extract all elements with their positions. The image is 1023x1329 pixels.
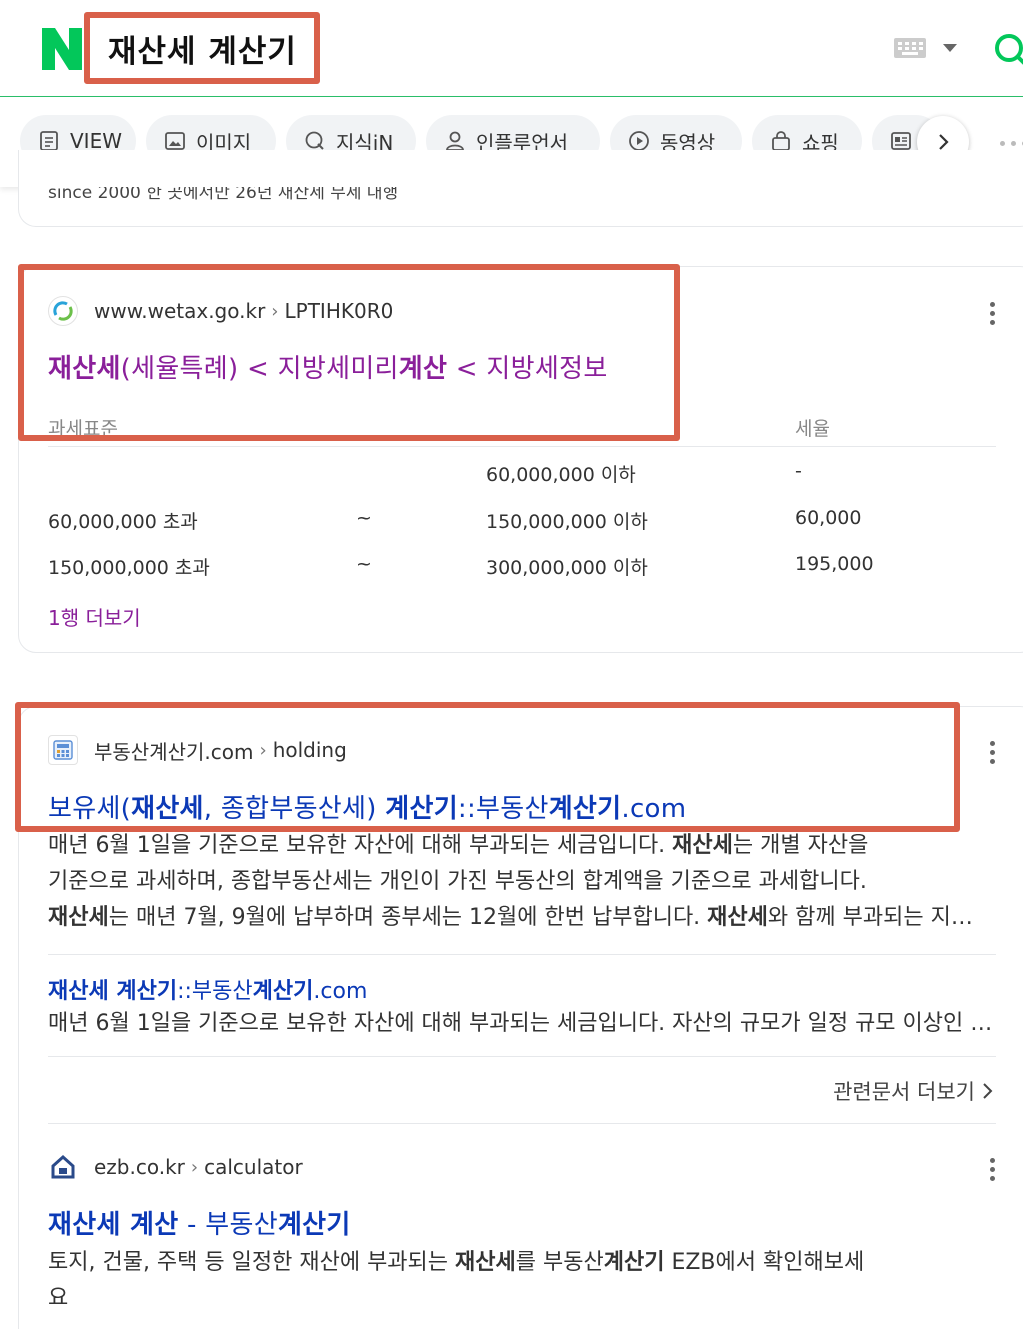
kin-q-icon: [305, 131, 324, 150]
play-circle-icon: [629, 131, 649, 151]
section-divider: [48, 1056, 996, 1057]
table-cell: ~: [356, 507, 372, 529]
table-cell: 195,000: [795, 553, 874, 575]
search-query-text: 재산세 계산기: [108, 33, 297, 70]
table-cell: 60,000,000 이하: [486, 464, 636, 486]
highlight-box: [15, 702, 960, 832]
result-description: 매년 6월 1일을 기준으로 보유한 자산에 대해 부과되는 세금입니다. 재산…: [48, 833, 993, 930]
chevron-down-icon[interactable]: [943, 44, 957, 52]
result-more-options-icon[interactable]: [990, 1158, 996, 1181]
more-tabs-icon[interactable]: [1000, 141, 1023, 146]
result-site-row[interactable]: ezb.co.kr › calculator: [48, 1152, 303, 1182]
related-docs-more-label: 관련문서 더보기: [833, 1080, 975, 1104]
section-divider: [48, 954, 996, 955]
table-header-rate: 세율: [795, 418, 830, 440]
result-description: 토지, 건물, 주택 등 일정한 재산에 부과되는 재산세를 부동산계산기 EZ…: [48, 1250, 865, 1311]
section-divider: [48, 1123, 996, 1124]
table-header-divider: [48, 446, 996, 447]
table-cell: 150,000,000 초과: [48, 557, 210, 579]
search-icon[interactable]: [990, 30, 1023, 70]
table-cell: 300,000,000 이하: [486, 557, 648, 579]
table-cell: ~: [356, 553, 372, 575]
result-site-path: calculator: [204, 1155, 303, 1179]
table-cell: -: [795, 460, 802, 482]
highlight-box: [18, 264, 680, 441]
result-more-options-icon[interactable]: [990, 741, 996, 764]
result-more-options-icon[interactable]: [990, 302, 996, 325]
table-more-rows-link[interactable]: 1행 더보기: [48, 602, 141, 631]
table-cell: 60,000: [795, 507, 862, 529]
table-cell: 150,000,000 이하: [486, 511, 648, 533]
table-cell: 60,000,000 초과: [48, 511, 198, 533]
related-doc-description: 매년 6월 1일을 기준으로 보유한 자산에 대해 부과되는 세금입니다. 자산…: [48, 1011, 993, 1036]
related-doc-title-link[interactable]: 재산세 계산기::부동산계산기.com: [48, 973, 367, 1005]
shopping-bag-icon: [772, 131, 790, 151]
chevron-right-icon: [983, 1083, 993, 1099]
search-query-box[interactable]: 재산세 계산기: [84, 12, 320, 84]
keyboard-icon[interactable]: [894, 38, 926, 58]
breadcrumb-separator: ›: [190, 1156, 199, 1178]
news-icon: [891, 132, 911, 150]
person-icon: [446, 131, 464, 151]
view-doc-icon: [40, 131, 58, 151]
image-icon: [165, 132, 185, 150]
result-site-name: ezb.co.kr: [94, 1155, 185, 1179]
search-header: 재산세 계산기: [0, 0, 1023, 97]
chevron-right-icon: [939, 134, 949, 150]
related-docs-more-link[interactable]: 관련문서 더보기: [833, 1076, 995, 1106]
result-title-link[interactable]: 재산세 계산 - 부동산계산기: [48, 1204, 351, 1241]
ezb-favicon-icon: [48, 1152, 78, 1182]
naver-logo-icon[interactable]: [40, 26, 84, 72]
